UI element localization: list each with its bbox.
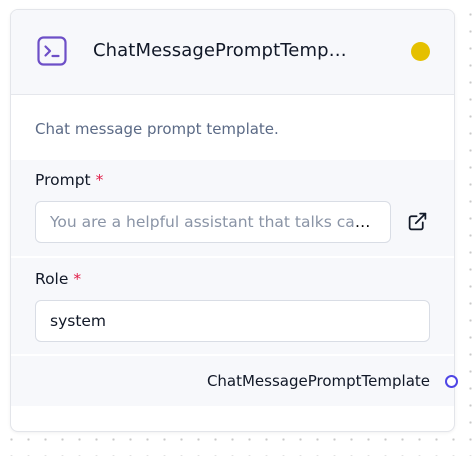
external-link-icon[interactable]: [407, 211, 428, 232]
role-value: system: [50, 312, 107, 330]
output-label: ChatMessagePromptTemplate: [206, 372, 430, 390]
node-title: ChatMessagePromptTemp…: [93, 40, 347, 61]
node-description: Chat message prompt template.: [35, 120, 279, 138]
status-indicator: [411, 42, 430, 61]
role-label: Role *: [35, 270, 82, 288]
required-marker: *: [95, 171, 104, 189]
prompt-label: Prompt *: [35, 171, 104, 189]
prompt-placeholder: You are a helpful assistant that talks c…: [50, 213, 391, 231]
output-handle[interactable]: [445, 375, 458, 388]
required-marker: *: [73, 270, 82, 288]
node-header[interactable]: ChatMessagePromptTemp…: [11, 10, 454, 95]
output-section: ChatMessagePromptTemplate: [11, 356, 454, 406]
chat-message-prompt-template-node[interactable]: ChatMessagePromptTemp… Chat message prom…: [10, 9, 455, 432]
role-input[interactable]: system: [35, 300, 430, 342]
terminal-icon: [37, 36, 67, 66]
prompt-input[interactable]: You are a helpful assistant that talks c…: [35, 201, 391, 243]
